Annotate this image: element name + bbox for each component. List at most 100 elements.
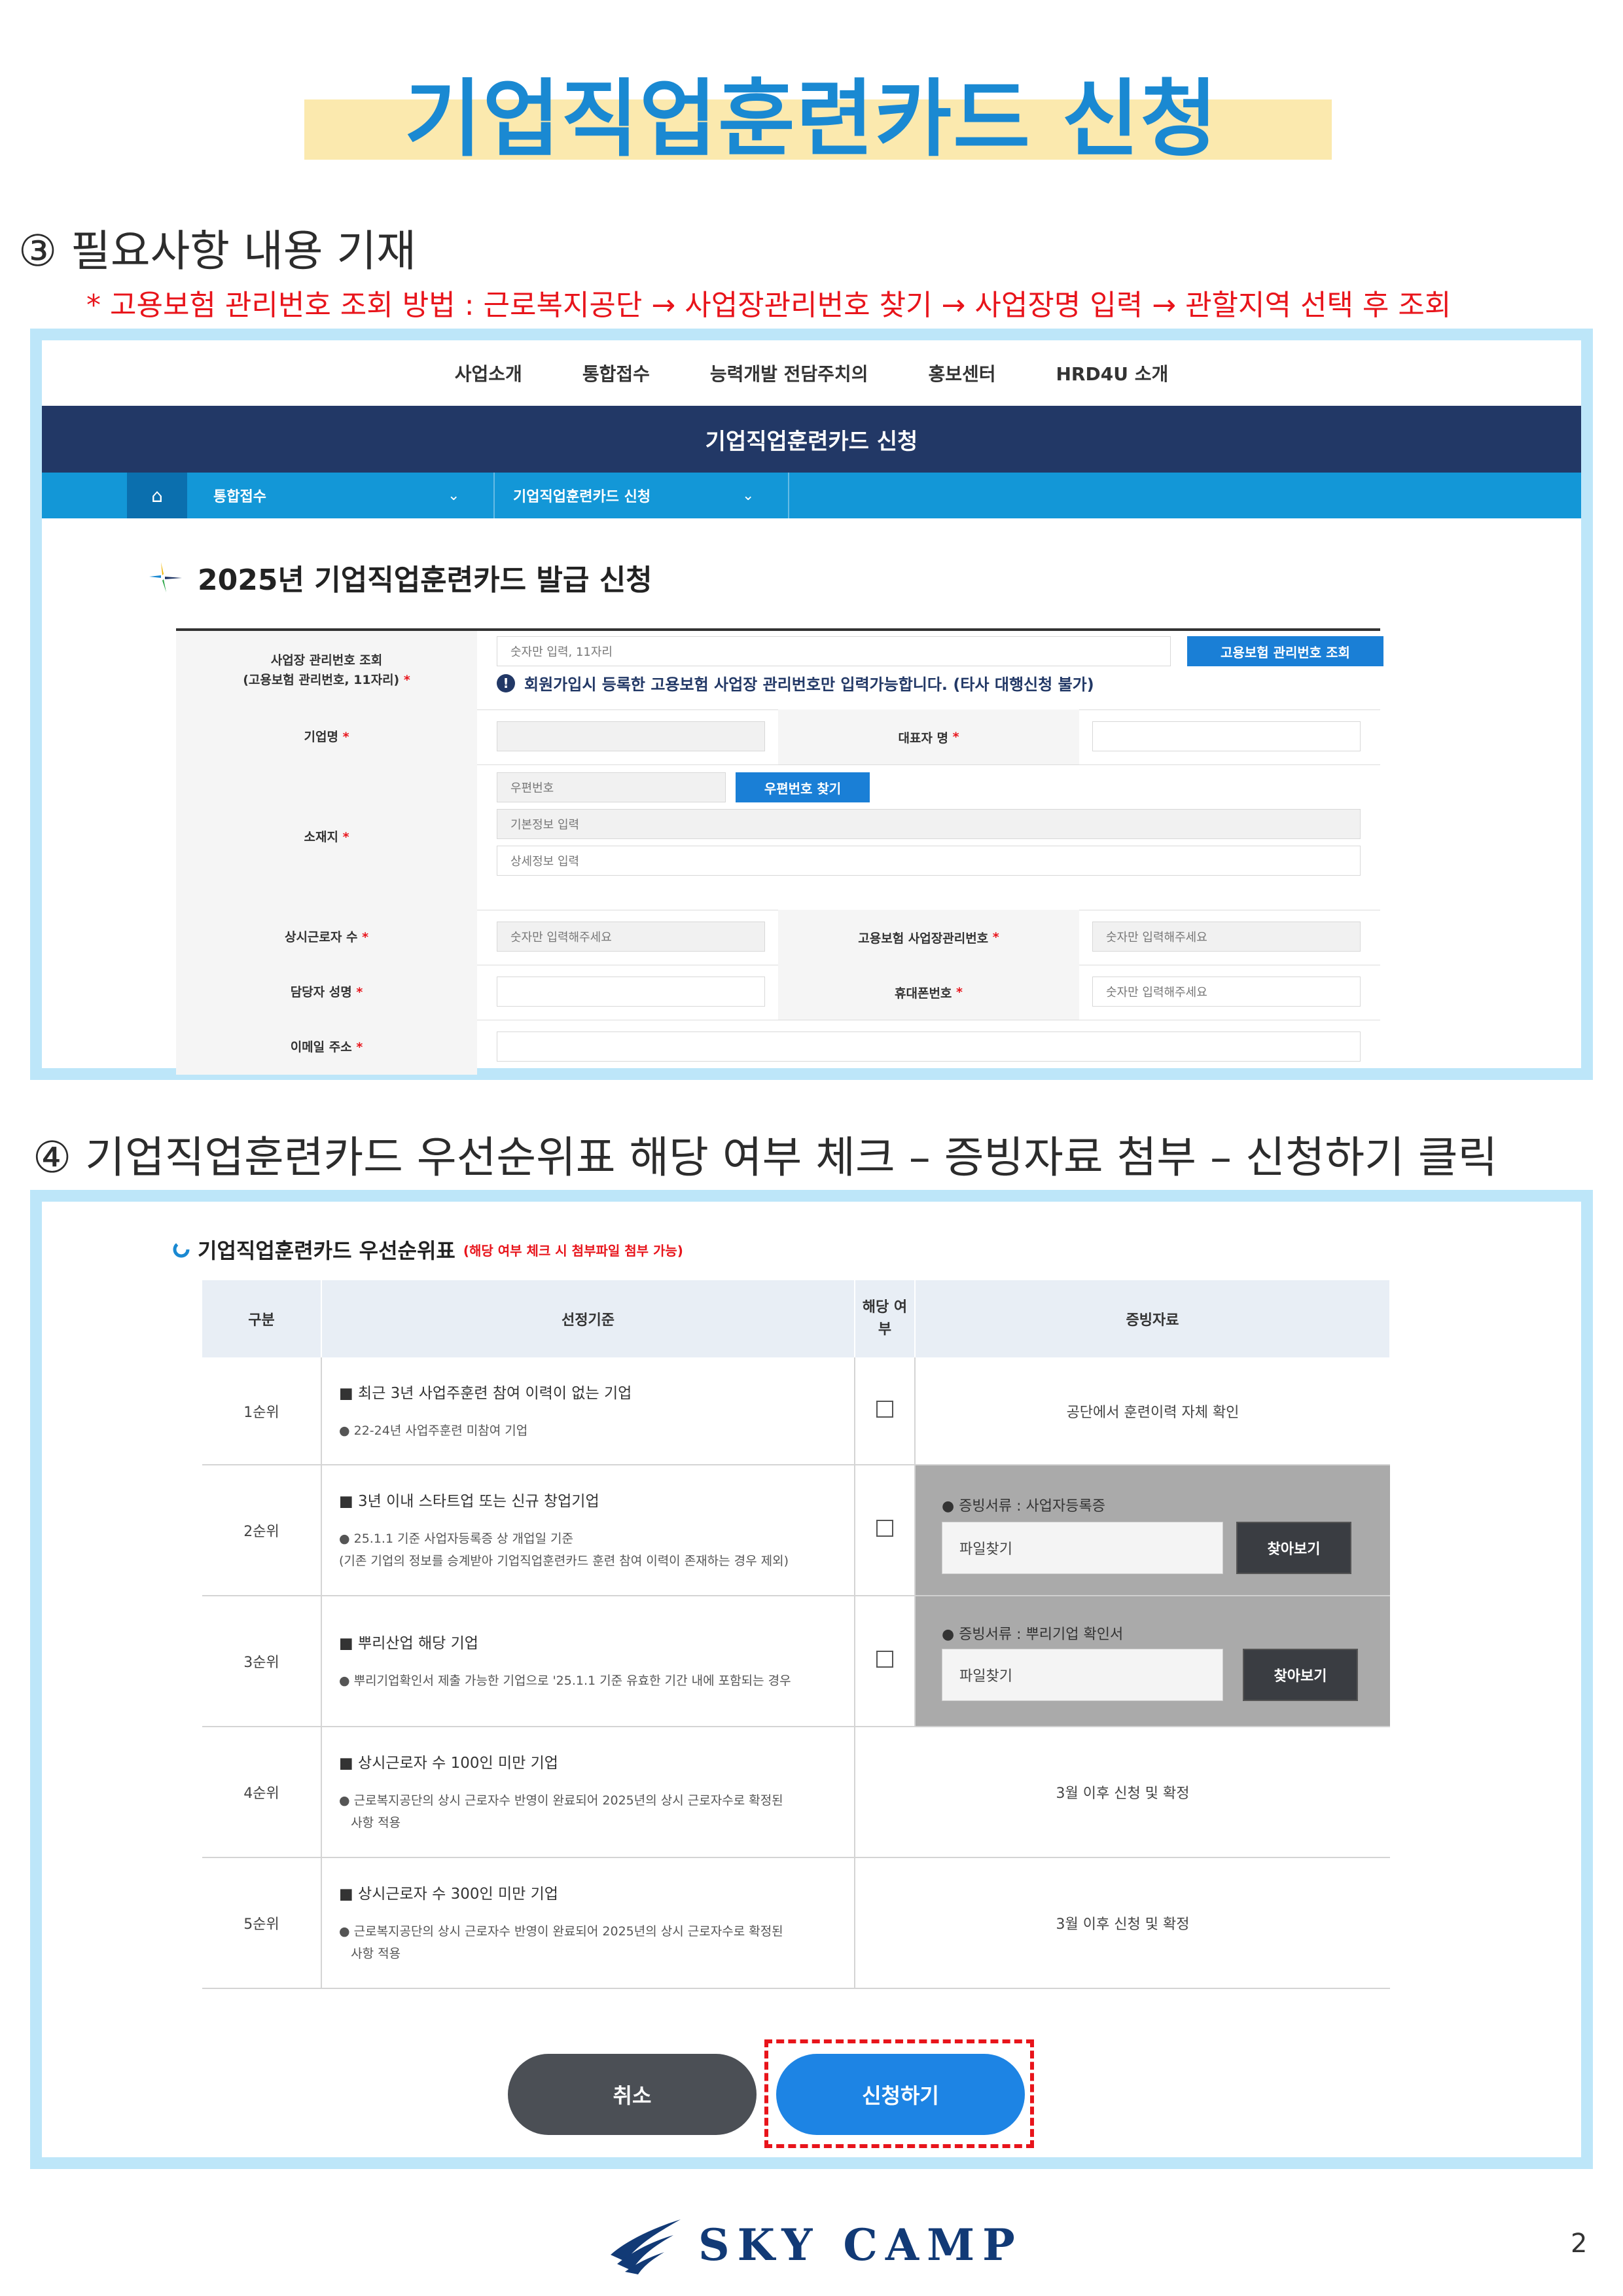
nav-item-application[interactable]: 통합접수: [582, 360, 650, 386]
file-input[interactable]: 파일찾기: [942, 1522, 1223, 1574]
address-basic-field[interactable]: 기본정보 입력: [497, 809, 1361, 839]
biz-lookup-info-text: 회원가입시 등록한 고용보험 사업장 관리번호만 입력가능합니다. (타사 대행…: [524, 675, 1094, 694]
criteria-sub-line1: ● 근로복지공단의 상시 근로자수 반영이 완료되어 2025년의 상시 근로자…: [339, 1793, 783, 1808]
nav-item-about[interactable]: 사업소개: [455, 360, 522, 386]
bullet-icon: [173, 1241, 190, 1258]
cancel-button[interactable]: 취소: [508, 2054, 757, 2135]
email-field[interactable]: [497, 1031, 1361, 1062]
form-row-employees: 상시근로자 수 * 숫자만 입력해주세요 고용보험 사업장관리번호 * 숫자만 …: [176, 910, 1380, 965]
biz-lookup-label-line1: 사업장 관리번호 조회: [270, 653, 383, 668]
form-row-company: 기업명 * 대표자 명 *: [176, 709, 1380, 765]
company-label-text: 기업명: [304, 730, 338, 744]
browse-button[interactable]: 찾아보기: [1243, 1649, 1358, 1701]
criteria-sub: ● 근로복지공단의 상시 근로자수 반영이 완료되어 2025년의 상시 근로자…: [339, 1920, 853, 1965]
page-number: 2: [1571, 2229, 1588, 2259]
applicable-checkbox[interactable]: [876, 1400, 893, 1418]
sparkle-icon: [149, 562, 182, 592]
insurance-number-label: 고용보험 사업장관리번호 *: [778, 910, 1079, 965]
criteria-sub: ● 25.1.1 기준 사업자등록증 상 개업일 기준 (기존 기업의 정보를 승…: [339, 1528, 853, 1572]
breadcrumb-item-card[interactable]: 기업직업훈련카드 신청: [513, 473, 651, 518]
site-nav: 사업소개 통합접수 능력개발 전담주치의 홍보센터 HRD4U 소개: [42, 340, 1581, 406]
biz-lookup-label-line2: (고용보험 관리번호, 11자리): [243, 673, 400, 687]
step3-note: * 고용보험 관리번호 조회 방법 : 근로복지공단 → 사업장관리번호 찾기 …: [86, 289, 1452, 322]
home-icon[interactable]: ⌂: [127, 473, 187, 518]
breadcrumb: ⌂ 통합접수 ⌄ 기업직업훈련카드 신청 ⌄: [42, 473, 1581, 518]
criteria-sub-line2: 사항 적용: [351, 1816, 401, 1830]
priority-table: 구분 선정기준 해당 여부 증빙자료 1순위 ■ 최근 3년 사업주훈련 참여 …: [202, 1280, 1391, 1989]
criteria-sub: ● 근로복지공단의 상시 근로자수 반영이 완료되어 2025년의 상시 근로자…: [339, 1789, 853, 1834]
criteria-sub-line1: ● 25.1.1 기준 사업자등록증 상 개업일 기준: [339, 1532, 573, 1546]
employees-field[interactable]: 숫자만 입력해주세요: [497, 922, 765, 952]
nav-item-hrd4u[interactable]: HRD4U 소개: [1056, 360, 1169, 386]
rank-cell: 2순위: [202, 1465, 322, 1596]
rank-cell: 1순위: [202, 1357, 322, 1465]
criteria-main: ■ 상시근로자 수 100인 미만 기업: [339, 1755, 558, 1772]
mobile-label-text: 휴대폰번호: [895, 986, 952, 1001]
criteria-cell: ■ 상시근로자 수 300인 미만 기업 ● 근로복지공단의 상시 근로자수 반…: [321, 1857, 855, 1989]
insurance-lookup-button[interactable]: 고용보험 관리번호 조회: [1187, 636, 1383, 666]
breadcrumb-item-application[interactable]: 통합접수: [213, 473, 266, 518]
screenshot-form-frame: 사업소개 통합접수 능력개발 전담주치의 홍보센터 HRD4U 소개 기업직업훈…: [30, 329, 1593, 1080]
criteria-cell: ■ 상시근로자 수 100인 미만 기업 ● 근로복지공단의 상시 근로자수 반…: [321, 1727, 855, 1858]
applicable-checkbox[interactable]: [876, 1520, 893, 1537]
required-mark: *: [342, 730, 349, 744]
ceo-name-field[interactable]: [1092, 721, 1361, 751]
evidence-doc-label: ● 증빙서류 : 사업자등록증: [942, 1498, 1105, 1515]
required-mark: *: [992, 930, 999, 944]
breadcrumb-divider: [788, 473, 789, 518]
criteria-cell: ■ 3년 이내 스타트업 또는 신규 창업기업 ● 25.1.1 기준 사업자등…: [321, 1465, 855, 1596]
required-mark: *: [356, 985, 363, 999]
table-row: 2순위 ■ 3년 이내 스타트업 또는 신규 창업기업 ● 25.1.1 기준 …: [202, 1465, 1390, 1596]
criteria-main: ■ 뿌리산업 해당 기업: [339, 1635, 478, 1652]
form-row-biz-lookup: 사업장 관리번호 조회 (고용보험 관리번호, 11자리) * 숫자만 입력, 1…: [176, 631, 1383, 710]
evidence-upload-cell: ● 증빙서류 : 뿌리기업 확인서 파일찾기 찾아보기: [915, 1596, 1390, 1727]
evidence-cell: 3월 이후 신청 및 확정: [854, 1727, 1390, 1858]
manager-name-field[interactable]: [497, 977, 765, 1007]
form-row-email: 이메일 주소 *: [176, 1020, 1380, 1075]
evidence-cell: 공단에서 훈련이력 자체 확인: [915, 1357, 1390, 1465]
email-label-text: 이메일 주소: [290, 1040, 352, 1054]
postcode-search-button[interactable]: 우편번호 찾기: [736, 772, 870, 802]
email-label: 이메일 주소 *: [176, 1020, 477, 1075]
criteria-sub: ● 뿌리기업확인서 제출 가능한 기업으로 '25.1.1 기준 유효한 기간 …: [339, 1674, 791, 1688]
browse-button[interactable]: 찾아보기: [1236, 1522, 1351, 1574]
nav-item-pr[interactable]: 홍보센터: [928, 360, 995, 386]
form-row-manager: 담당자 성명 * 휴대폰번호 * 숫자만 입력해주세요: [176, 965, 1380, 1020]
address-detail-field[interactable]: 상세정보 입력: [497, 846, 1361, 876]
postcode-field[interactable]: 우편번호: [497, 772, 726, 802]
file-input[interactable]: 파일찾기: [942, 1649, 1223, 1701]
rank-cell: 5순위: [202, 1857, 322, 1989]
insurance-number-field[interactable]: 숫자만 입력해주세요: [1092, 922, 1361, 952]
rank-cell: 4순위: [202, 1727, 322, 1858]
priority-title-text: 기업직업훈련카드 우선순위표: [198, 1238, 455, 1263]
column-header-category: 구분: [202, 1280, 322, 1357]
applicable-checkbox[interactable]: [876, 1651, 893, 1668]
criteria-main: ■ 최근 3년 사업주훈련 참여 이력이 없는 기업: [339, 1384, 632, 1402]
table-row: 4순위 ■ 상시근로자 수 100인 미만 기업 ● 근로복지공단의 상시 근로…: [202, 1727, 1390, 1858]
ceo-label-text: 대표자 명: [898, 730, 948, 745]
insurance-label-text: 고용보험 사업장관리번호: [858, 931, 989, 946]
column-header-evidence: 증빙자료: [915, 1280, 1391, 1357]
evidence-doc-label: ● 증빙서류 : 뿌리기업 확인서: [942, 1626, 1124, 1643]
company-name-field[interactable]: [497, 721, 765, 751]
priority-table-title: 기업직업훈련카드 우선순위표 (해당 여부 체크 시 첨부파일 첨부 가능): [173, 1234, 683, 1265]
criteria-cell: ■ 최근 3년 사업주훈련 참여 이력이 없는 기업 ● 22-24년 사업주훈…: [321, 1357, 855, 1465]
company-label: 기업명 *: [176, 709, 477, 764]
step4-heading: ④ 기업직업훈련카드 우선순위표 해당 여부 체크 – 증빙자료 첨부 – 신청…: [33, 1132, 1498, 1183]
criteria-sub-line2: 사항 적용: [351, 1946, 401, 1961]
chevron-down-icon[interactable]: ⌄: [448, 473, 459, 518]
screenshot-priority-frame: 기업직업훈련카드 우선순위표 (해당 여부 체크 시 첨부파일 첨부 가능) 구…: [30, 1190, 1593, 2169]
page-title: 기업직업훈련카드 신청: [404, 71, 1219, 168]
table-row: 5순위 ■ 상시근로자 수 300인 미만 기업 ● 근로복지공단의 상시 근로…: [202, 1857, 1390, 1989]
evidence-cell: 3월 이후 신청 및 확정: [854, 1857, 1390, 1989]
nav-item-consulting[interactable]: 능력개발 전담주치의: [710, 360, 868, 386]
table-row: 3순위 ■ 뿌리산업 해당 기업 ● 뿌리기업확인서 제출 가능한 기업으로 '…: [202, 1596, 1390, 1727]
required-mark: *: [956, 985, 963, 999]
form-section-title: 2025년 기업직업훈련카드 발급 신청: [147, 556, 652, 598]
mobile-field[interactable]: 숫자만 입력해주세요: [1092, 977, 1361, 1007]
mobile-label: 휴대폰번호 *: [778, 965, 1079, 1020]
biz-lookup-input[interactable]: 숫자만 입력, 11자리: [497, 636, 1171, 666]
address-label: 소재지 *: [176, 764, 477, 910]
chevron-down-icon[interactable]: ⌄: [742, 473, 754, 518]
wing-icon: [611, 2219, 681, 2274]
